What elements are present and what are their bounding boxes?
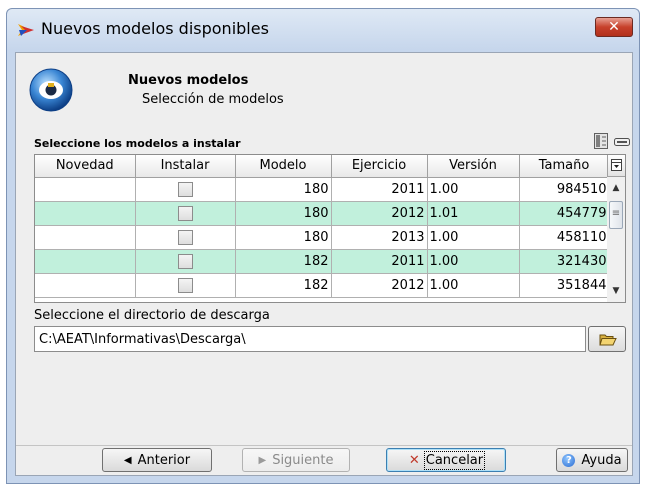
window-frame: Nuevos modelos Selección de modelos Sele…: [6, 50, 640, 484]
cell-tamano: 454779: [519, 201, 610, 226]
column-header-version[interactable]: Versión: [427, 155, 520, 178]
arrow-right-icon: ▶: [258, 454, 267, 466]
install-checkbox[interactable]: [177, 205, 193, 221]
scroll-up-arrow-icon[interactable]: ▲: [607, 179, 625, 197]
close-button[interactable]: ✕: [595, 17, 633, 37]
cell-modelo: 182: [235, 249, 332, 274]
scroll-thumb[interactable]: ≡: [609, 201, 623, 229]
collapse-icon[interactable]: [614, 137, 630, 147]
column-layout-icon[interactable]: [594, 133, 608, 149]
cell-modelo: 182: [235, 273, 332, 298]
dialog-window: Nuevos modelos disponibles ✕ Nuevos mode…: [0, 0, 648, 492]
help-button[interactable]: ? Ayuda: [556, 448, 628, 472]
cell-version: 1.00: [427, 177, 520, 202]
cell-modelo: 180: [235, 201, 332, 226]
column-header-novedad[interactable]: Novedad: [35, 155, 136, 178]
cell-tamano: 351844: [519, 273, 610, 298]
table-row[interactable]: 180 2011 1.00 984510: [35, 177, 610, 202]
cell-modelo: 180: [235, 177, 332, 202]
models-section-label: Seleccione los modelos a instalar: [34, 137, 241, 150]
table-header-row: Novedad Instalar Modelo Ejercicio Versió…: [35, 155, 610, 178]
table-row[interactable]: 180 2012 1.01 454779: [35, 201, 610, 226]
dialog-body: Nuevos modelos Selección de modelos Sele…: [15, 52, 633, 476]
cancel-x-icon: ✕: [408, 452, 420, 468]
header-subtitle: Selección de modelos: [142, 92, 284, 107]
next-button-label: Siguiente: [272, 452, 334, 468]
wizard-header: Nuevos modelos Selección de modelos: [16, 53, 632, 129]
install-checkbox[interactable]: [177, 229, 193, 245]
install-checkbox[interactable]: [177, 181, 193, 197]
previous-button-label: Anterior: [137, 452, 191, 468]
cell-novedad: [35, 249, 136, 274]
cancel-button[interactable]: ✕ Cancelar: [386, 448, 506, 472]
app-arrow-icon: [18, 24, 34, 36]
help-button-label: Ayuda: [581, 452, 622, 468]
cell-tamano: 321430: [519, 249, 610, 274]
column-header-tamano[interactable]: Tamaño: [519, 155, 610, 178]
models-table[interactable]: Novedad Instalar Modelo Ejercicio Versió…: [34, 154, 626, 303]
column-header-ejercicio[interactable]: Ejercicio: [331, 155, 428, 178]
folder-open-icon: [599, 334, 617, 346]
cell-ejercicio: 2012: [331, 273, 428, 298]
cell-novedad: [35, 273, 136, 298]
cell-version: 1.00: [427, 273, 520, 298]
logo-icon: [29, 68, 73, 112]
previous-button[interactable]: ◀ Anterior: [102, 448, 212, 472]
scroll-down-arrow-icon[interactable]: ▼: [607, 282, 625, 300]
arrow-left-icon: ◀: [123, 454, 132, 466]
column-chooser-icon: [611, 159, 622, 171]
window-title: Nuevos modelos disponibles: [41, 19, 269, 38]
cell-tamano: 984510: [519, 177, 610, 202]
table-row[interactable]: 182 2011 1.00 321430: [35, 249, 610, 274]
cell-version: 1.01: [427, 201, 520, 226]
cell-novedad: [35, 201, 136, 226]
install-checkbox[interactable]: [177, 277, 193, 293]
install-checkbox[interactable]: [177, 253, 193, 269]
header-title: Nuevos modelos: [128, 73, 249, 88]
cancel-button-label: Cancelar: [423, 450, 486, 470]
table-row[interactable]: 182 2012 1.00 351844: [35, 273, 610, 298]
table-row[interactable]: 180 2013 1.00 458110: [35, 225, 610, 250]
download-dir-input[interactable]: [34, 326, 586, 352]
cell-version: 1.00: [427, 225, 520, 250]
column-header-modelo[interactable]: Modelo: [235, 155, 332, 178]
cell-ejercicio: 2011: [331, 249, 428, 274]
cell-version: 1.00: [427, 249, 520, 274]
column-header-instalar[interactable]: Instalar: [135, 155, 236, 178]
browse-folder-button[interactable]: [588, 326, 626, 352]
help-icon: ?: [562, 453, 576, 467]
next-button[interactable]: ▶ Siguiente: [242, 448, 350, 472]
cell-modelo: 180: [235, 225, 332, 250]
title-bar[interactable]: Nuevos modelos disponibles ✕: [6, 8, 640, 50]
cell-tamano: 458110: [519, 225, 610, 250]
cell-novedad: [35, 177, 136, 202]
column-chooser-button[interactable]: [607, 155, 625, 177]
cell-novedad: [35, 225, 136, 250]
vertical-scrollbar[interactable]: ▲ ≡ ▼: [607, 177, 625, 302]
download-dir-label: Seleccione el directorio de descarga: [34, 308, 270, 323]
cell-ejercicio: 2011: [331, 177, 428, 202]
cell-ejercicio: 2012: [331, 201, 428, 226]
cell-ejercicio: 2013: [331, 225, 428, 250]
